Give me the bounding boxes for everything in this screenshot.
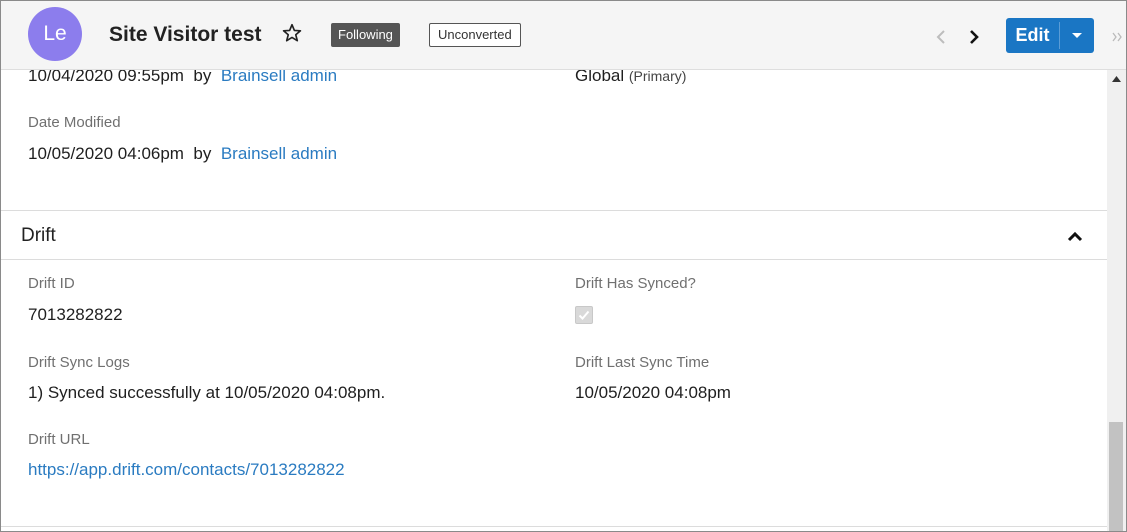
double-chevron-right-icon[interactable] (1111, 30, 1123, 44)
record-content: 10/04/2020 09:55pm by Brainsell admin Gl… (1, 70, 1107, 531)
edit-button[interactable]: Edit (1006, 18, 1059, 53)
created-row: 10/04/2020 09:55pm by Brainsell admin (28, 70, 337, 86)
by-label: by (193, 70, 212, 85)
date-modified-label: Date Modified (28, 114, 121, 131)
drift-has-synced-checkbox (575, 306, 593, 324)
drift-sync-logs-value: 1) Synced successfully at 10/05/2020 04:… (28, 383, 386, 402)
created-value: 10/04/2020 09:55pm (28, 70, 184, 85)
scrollbar-thumb[interactable] (1109, 422, 1123, 531)
drift-has-synced-label: Drift Has Synced? (575, 275, 696, 292)
avatar-initials: Le (43, 22, 67, 45)
actions-dropdown-button[interactable] (1060, 18, 1094, 53)
drift-section-title[interactable]: Drift (21, 225, 56, 247)
by-label: by (193, 144, 212, 163)
modified-value: 10/05/2020 04:06pm (28, 144, 184, 163)
modified-by-link[interactable]: Brainsell admin (221, 144, 337, 163)
modified-row: 10/05/2020 04:06pm by Brainsell admin (28, 144, 337, 164)
edit-button-group: Edit (1006, 18, 1094, 53)
drift-last-sync-value: 10/05/2020 04:08pm (575, 383, 731, 402)
team-note: (Primary) (628, 70, 687, 84)
checkmark-icon (578, 310, 590, 320)
team-value: Global (575, 70, 625, 85)
avatar: Le (28, 7, 82, 61)
drift-url-label: Drift URL (28, 431, 90, 448)
drift-sync-logs-label: Drift Sync Logs (28, 354, 130, 371)
drift-id-value: 7013282822 (28, 305, 123, 324)
divider (1, 526, 1107, 527)
record-title: Site Visitor test (109, 23, 262, 46)
record-header: Le Site Visitor test Following Unconvert… (1, 1, 1126, 70)
drift-url-link[interactable]: https://app.drift.com/contacts/701328282… (28, 460, 345, 480)
star-icon[interactable] (281, 22, 303, 44)
record-view: Le Site Visitor test Following Unconvert… (0, 0, 1127, 532)
divider (1, 259, 1107, 260)
chevron-left-icon[interactable] (934, 27, 948, 47)
divider (1, 210, 1107, 211)
caret-down-icon (1072, 32, 1082, 38)
following-badge[interactable]: Following (331, 23, 400, 47)
chevron-up-icon[interactable] (1066, 230, 1084, 242)
scroll-up-arrow-icon[interactable] (1112, 75, 1121, 82)
drift-last-sync-label: Drift Last Sync Time (575, 354, 710, 371)
vertical-scrollbar[interactable] (1107, 70, 1126, 531)
status-badge: Unconverted (429, 23, 521, 47)
drift-id-label: Drift ID (28, 275, 75, 292)
chevron-right-icon[interactable] (967, 27, 981, 47)
created-by-link[interactable]: Brainsell admin (221, 70, 337, 85)
team-row: Global (Primary) (575, 70, 686, 86)
